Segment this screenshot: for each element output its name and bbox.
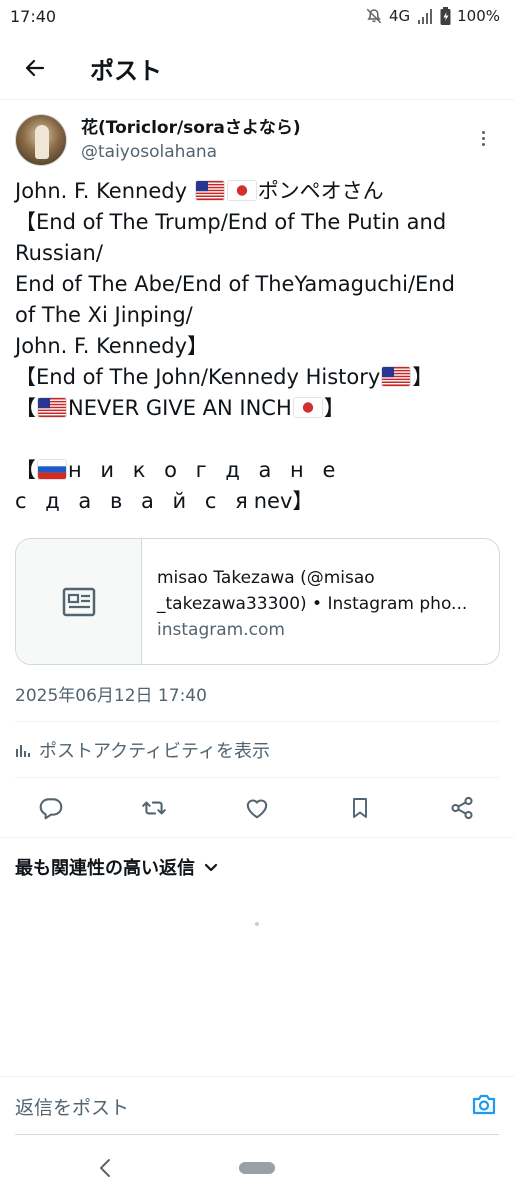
camera-button[interactable] [471,1092,497,1120]
bookmark-button[interactable] [346,794,374,822]
post-line: 【End of The Trump/End of The Putin and [15,210,447,234]
russia-flag-icon [38,460,66,479]
post-timestamp[interactable]: 2025年06月12日 17:40 [15,681,207,706]
battery-level: 100% [457,7,500,25]
replies-sort-dropdown[interactable]: 最も関連性の高い返信 [15,853,219,881]
us-flag-icon [195,181,224,200]
app-header: ポスト [0,38,514,98]
post-line: 【н и к о г д а н е [15,458,342,482]
post-author: 花(Toriclor/soraさよなら) @taiyosolahana [15,114,505,170]
status-bar: 17:40 4G 100% [0,0,514,32]
card-domain: instagram.com [157,620,285,640]
analytics-icon [16,745,30,757]
post-line: of The Xi Jinping/ [15,303,193,327]
mute-icon [365,7,383,25]
reply-icon [39,798,63,820]
post-line: 【NEVER GIVE AN INCH】 [15,396,345,420]
divider [0,837,514,838]
action-bar [0,786,514,830]
card-title-line: misao Takezawa (@misao [157,568,375,588]
loading-indicator [255,922,259,926]
share-icon [451,796,473,820]
more-options-button[interactable] [473,126,493,150]
author-info[interactable]: 花(Toriclor/soraさよなら) @taiyosolahana [81,114,301,170]
repost-button[interactable] [140,794,168,822]
battery-icon [440,7,451,25]
more-vertical-icon [481,130,485,134]
signal-icon [416,8,434,24]
chevron-down-icon [204,863,218,872]
camera-icon [472,1094,496,1115]
us-flag-icon [382,367,411,386]
author-display-name[interactable]: 花(Toriclor/soraさよなら) [81,116,301,140]
post-line: с д а в а й с яnev】 [15,489,314,513]
share-button[interactable] [448,794,476,822]
bookmark-icon [353,798,367,818]
post-line: End of The Abe/End of TheYamaguchi/End [15,272,455,296]
post-text: John. F. Kennedy ポンペオさん 【End of The Trum… [15,176,500,517]
post-line: Russian/ [15,241,103,265]
author-handle[interactable]: @taiyosolahana [81,140,301,164]
reply-composer: 返信をポスト [0,1077,514,1135]
link-preview-card[interactable]: misao Takezawa (@misao _takezawa33300) •… [15,538,500,665]
post-line: John. F. Kennedy】 [15,334,209,358]
status-time: 17:40 [10,6,57,26]
like-icon [246,799,268,819]
replies-sort-label: 最も関連性の高い返信 [15,858,195,879]
composer-underline [15,1134,499,1135]
reply-button[interactable] [37,794,65,822]
card-thumbnail [16,539,142,664]
system-nav-bar [0,1138,514,1199]
article-icon [62,587,95,616]
japan-flag-icon [293,398,322,417]
arrow-left-icon [25,59,45,77]
header-divider [0,99,514,100]
back-button[interactable] [15,48,55,88]
card-text: misao Takezawa (@misao _takezawa33300) •… [142,539,479,664]
reply-input[interactable]: 返信をポスト [15,1093,129,1120]
chevron-left-icon [100,1159,110,1177]
us-flag-icon [38,398,66,417]
activity-label: ポストアクティビティを表示 [39,741,270,762]
post-activity-link[interactable]: ポストアクティビティを表示 [15,736,270,764]
card-title-line: _takezawa33300) • Instagram pho... [157,594,468,614]
repost-icon [142,801,166,815]
post-line: 【End of The John/Kennedy History】 [15,365,434,389]
network-type: 4G [388,7,411,25]
system-home-pill[interactable] [239,1162,275,1174]
status-icons: 4G 100% [365,7,500,25]
avatar[interactable] [15,114,67,166]
system-back-button[interactable] [96,1158,114,1178]
like-button[interactable] [243,794,271,822]
page-title: ポスト [90,56,162,85]
divider [15,721,499,722]
divider [15,777,499,778]
japan-flag-icon [227,181,256,200]
post-line: John. F. Kennedy ポンペオさん [15,179,384,203]
